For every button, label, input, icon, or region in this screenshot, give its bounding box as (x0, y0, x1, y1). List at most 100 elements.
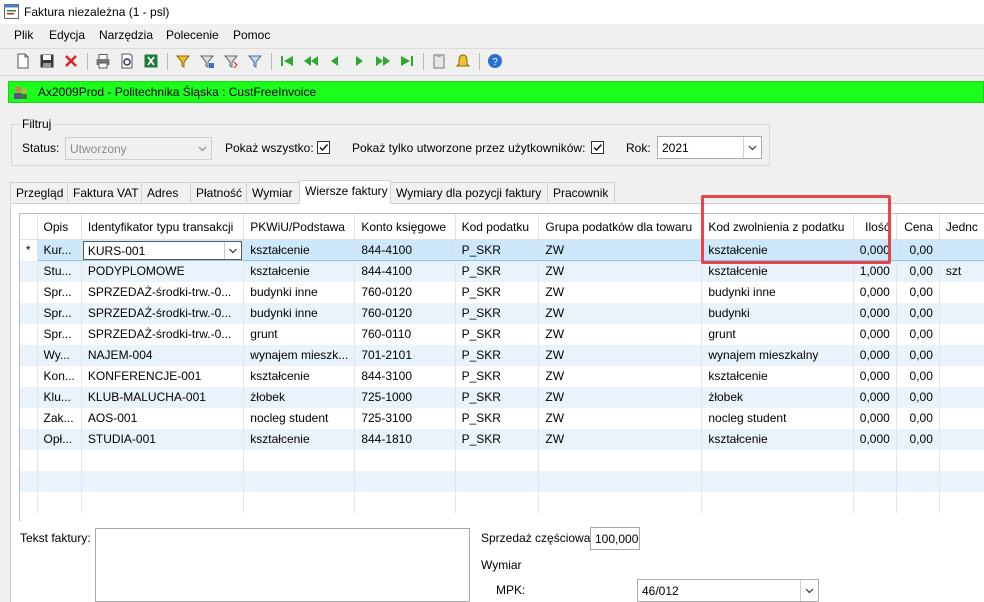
cell-unit[interactable] (939, 407, 984, 429)
column-header-price[interactable]: Cena (896, 214, 940, 240)
cell-pkwiu[interactable]: kształcenie (243, 260, 356, 282)
first-record-icon[interactable] (279, 53, 295, 69)
cell-transaction-type[interactable]: AOS-001 (81, 407, 245, 429)
table-row[interactable]: * Kur... KURS-001 kształcenie 844-4100 P_SKR Z… (20, 239, 984, 261)
cell-price[interactable]: 0,00 (896, 344, 940, 366)
cell-unit[interactable] (939, 323, 984, 345)
cell-item-tax-group[interactable]: ZW (538, 260, 703, 282)
cell-ledger-account[interactable]: 701-2101 (354, 344, 456, 366)
cell-item-tax-group[interactable]: ZW (538, 323, 703, 345)
cell-quantity[interactable]: 0,000 (853, 323, 897, 345)
column-header-unit[interactable]: Jednc (939, 214, 984, 240)
cell-transaction-type[interactable]: SPRZEDAŻ-środki-trw.-0... (81, 281, 245, 303)
cell-ledger-account[interactable]: 725-1000 (354, 386, 456, 408)
table-row[interactable]: Spr... SPRZEDAŻ-środki-trw.-0... budynki i… (20, 281, 984, 303)
transaction-type-combobox[interactable]: KURS-001 (82, 240, 243, 260)
cell-unit[interactable]: szt (939, 260, 984, 282)
cell-price[interactable]: 0,00 (896, 365, 940, 387)
cell-tax-exempt-code[interactable]: budynki inne (701, 281, 854, 303)
last-record-icon[interactable] (399, 53, 415, 69)
cell-quantity[interactable]: 0,000 (853, 386, 897, 408)
table-row[interactable]: Opł... STUDIA-001 kształcenie 844-1810 P_SKR… (20, 428, 984, 450)
cell-opis[interactable]: Opł... (37, 428, 82, 450)
cell-ledger-account[interactable]: 844-4100 (354, 239, 456, 261)
chevron-down-icon[interactable] (194, 138, 211, 159)
cell-unit[interactable] (939, 386, 984, 408)
chevron-down-icon[interactable] (224, 241, 241, 259)
table-row[interactable]: Stu... PODYPLOMOWE kształcenie 844-4100 P_SK… (20, 260, 984, 282)
cell-pkwiu[interactable]: nocleg student (243, 407, 356, 429)
cell-item-tax-group[interactable]: ZW (538, 407, 703, 429)
column-header-pkwiu[interactable]: PKWiU/Podstawa (243, 214, 356, 240)
cell-opis[interactable]: Klu... (37, 386, 82, 408)
cell-pkwiu[interactable]: żłobek (243, 386, 356, 408)
cell-tax-exempt-code[interactable]: grunt (701, 323, 854, 345)
column-header-ledger-account[interactable]: Konto księgowe (354, 214, 456, 240)
document-handling-icon[interactable] (431, 53, 447, 69)
cell-item-tax-group[interactable]: ZW (538, 281, 703, 303)
chevron-down-icon[interactable] (743, 137, 761, 158)
cell-quantity[interactable]: 0,000 (853, 302, 897, 324)
cell-tax-exempt-code[interactable]: kształcenie (701, 365, 854, 387)
cell-quantity[interactable]: 1,000 (853, 260, 897, 282)
cell-quantity[interactable]: 0,000 (853, 407, 897, 429)
cell-tax-exempt-code[interactable]: kształcenie (701, 260, 854, 282)
cell-tax-code[interactable]: P_SKR (455, 260, 540, 282)
cell-unit[interactable] (939, 365, 984, 387)
cell-ledger-account[interactable]: 844-3100 (354, 365, 456, 387)
cell-item-tax-group[interactable]: ZW (538, 344, 703, 366)
cell-opis[interactable]: Kon... (37, 365, 82, 387)
cell-unit[interactable] (939, 344, 984, 366)
status-combobox[interactable]: Utworzony (65, 137, 212, 160)
cell-tax-code[interactable]: P_SKR (455, 407, 540, 429)
menu-polecenie[interactable]: Polecenie (166, 28, 219, 42)
cell-tax-code[interactable]: P_SKR (455, 239, 540, 261)
cell-unit[interactable] (939, 428, 984, 450)
cell-transaction-type[interactable]: NAJEM-004 (81, 344, 245, 366)
cell-transaction-type[interactable]: KLUB-MALUCHA-001 (81, 386, 245, 408)
print-preview-icon[interactable] (119, 53, 135, 69)
cell-unit[interactable] (939, 281, 984, 303)
table-row[interactable]: Klu... KLUB-MALUCHA-001 żłobek 725-1000 P_SK… (20, 386, 984, 408)
cell-tax-code[interactable]: P_SKR (455, 386, 540, 408)
cell-price[interactable]: 0,00 (896, 281, 940, 303)
cell-transaction-type[interactable]: KONFERENCJE-001 (81, 365, 245, 387)
column-header-quantity[interactable]: Ilość (853, 214, 897, 240)
remove-filter-icon[interactable] (247, 53, 263, 69)
cell-item-tax-group[interactable]: ZW (538, 239, 703, 261)
tab-pracownik[interactable]: Pracownik (547, 182, 615, 202)
cell-pkwiu[interactable]: grunt (243, 323, 356, 345)
filter-sort-icon[interactable] (223, 53, 239, 69)
cell-tax-code[interactable]: P_SKR (455, 281, 540, 303)
cell-item-tax-group[interactable]: ZW (538, 386, 703, 408)
show-all-checkbox[interactable] (317, 141, 330, 154)
cell-ledger-account[interactable]: 844-1810 (354, 428, 456, 450)
previous-page-icon[interactable] (303, 53, 319, 69)
cell-price[interactable]: 0,00 (896, 386, 940, 408)
tab-wymiary-dla-pozycji[interactable]: Wymiary dla pozycji faktury (390, 182, 548, 202)
cell-pkwiu[interactable]: kształcenie (243, 239, 356, 261)
cell-item-tax-group[interactable]: ZW (538, 365, 703, 387)
help-icon[interactable]: ? (487, 53, 503, 69)
cell-unit[interactable] (939, 302, 984, 324)
column-header-opis[interactable]: Opis (37, 214, 82, 240)
menu-pomoc[interactable]: Pomoc (233, 28, 270, 42)
cell-price[interactable]: 0,00 (896, 260, 940, 282)
cell-quantity[interactable]: 0,000 (853, 428, 897, 450)
cell-transaction-type[interactable]: PODYPLOMOWE (81, 260, 245, 282)
cell-item-tax-group[interactable]: ZW (538, 428, 703, 450)
cell-price[interactable]: 0,00 (896, 407, 940, 429)
cell-tax-exempt-code[interactable]: kształcenie (701, 428, 854, 450)
table-row[interactable]: Wy... NAJEM-004 wynajem mieszk... 701-2101 P… (20, 344, 984, 366)
cell-transaction-type[interactable]: STUDIA-001 (81, 428, 245, 450)
print-icon[interactable] (95, 53, 111, 69)
next-record-icon[interactable] (351, 53, 367, 69)
tab-adres[interactable]: Adres (141, 182, 191, 202)
cell-tax-code[interactable]: P_SKR (455, 365, 540, 387)
cell-ledger-account[interactable]: 844-4100 (354, 260, 456, 282)
save-icon[interactable] (39, 53, 55, 69)
cell-price[interactable]: 0,00 (896, 323, 940, 345)
cell-opis[interactable]: Wy... (37, 344, 82, 366)
cell-ledger-account[interactable]: 760-0120 (354, 281, 456, 303)
cell-pkwiu[interactable]: kształcenie (243, 428, 356, 450)
